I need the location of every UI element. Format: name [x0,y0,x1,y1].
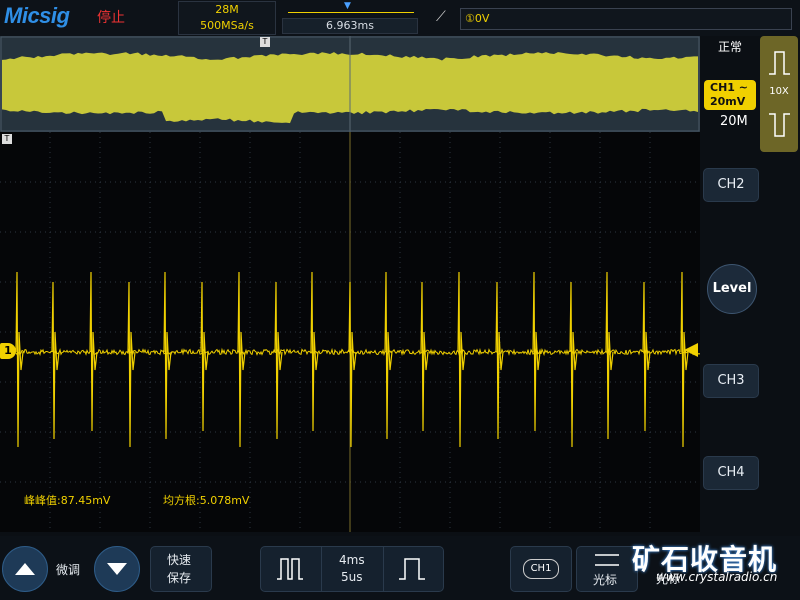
measurement-rms: 均方根:5.078mV [163,492,249,508]
quick-save-line1: 快速 [167,551,191,568]
timebase-main: 4ms [339,553,365,567]
ch1-spike [385,272,392,439]
ch3-button[interactable]: CH3 [703,364,759,398]
waveform-overview[interactable]: T [0,36,700,132]
timebase-position-value: 6.963ms [282,18,418,34]
trigger-position-marker-icon: ▼ [344,1,351,11]
cursor-button[interactable]: 光标 [576,546,638,592]
ch4-button[interactable]: CH4 [703,456,759,490]
timebase-position-bar [288,12,414,13]
ch1-spike [90,272,97,431]
acquisition-mode[interactable]: 正常 [718,38,742,55]
ch1-settings[interactable]: CH1 ~ 20mV [704,80,756,110]
memory-depth: 28M [179,3,275,16]
run-stop-status[interactable]: 停止 [97,7,125,27]
overview-trigger-marker-icon: T [260,37,270,47]
timebase-decrease-icon [271,547,311,591]
fine-adjust-label: 微调 [56,561,80,578]
cursor-label: 光标 [593,571,617,588]
ch1-spike [421,282,428,431]
horizontal-position[interactable]: ▼ 6.963ms [282,1,416,33]
ch1-volts-per-div: 20mV [710,95,745,108]
ch2-button[interactable]: CH2 [703,168,759,202]
watermark-url: www.crystalradio.cn [656,570,777,584]
ch1-spike [570,282,577,447]
level-label: Level [713,281,752,296]
trigger-level-arrow-icon[interactable] [684,343,698,357]
trigger-level: ①0V [465,12,489,25]
timebase-control[interactable]: 4ms 5us [260,546,444,592]
ch1-spike [275,282,282,439]
arrow-up-icon [3,547,47,591]
ch1-spike [16,272,23,447]
channel-select-button[interactable]: CH1 [510,546,572,592]
fine-up-button[interactable] [2,546,48,592]
ch1-marker[interactable]: 1 [0,343,16,359]
ch1-coupling: ~ [739,81,748,94]
brand-logo: Micsig [4,3,69,29]
pulse-negative-icon [760,106,798,146]
time-marker-icon: T [2,134,12,144]
arrow-down-icon [95,547,139,591]
main-waveform-area[interactable]: T 1 峰峰值:87.45mV 均方根:5.078mV [0,132,700,532]
ch1-record-length: 20M [720,114,748,129]
acquisition-info[interactable]: 28M 500MSa/s [178,1,276,35]
top-status-bar: Micsig 停止 28M 500MSa/s ▼ 6.963ms ⟋ ①0V [0,0,800,36]
right-control-panel: 正常 CH1 ~ 20mV 20M 10X CH2 Level CH3 CH4 [700,36,800,536]
waveform-grid [0,132,700,532]
ch1-spike [458,272,465,447]
pulse-positive-icon [760,42,798,82]
measurement-vpp: 峰峰值:87.45mV [24,492,110,508]
timebase-zoom: 5us [341,570,363,584]
ch1-spike [533,272,540,431]
ch1-name: CH1 [710,81,735,94]
quick-save-line2: 保存 [167,569,191,586]
cursor-icon [577,549,637,571]
channel-chip: CH1 [523,559,559,579]
quick-save-button[interactable]: 快速 保存 [150,546,212,592]
rising-edge-icon[interactable]: ⟋ [436,9,446,25]
ch1-spike [681,272,688,447]
probe-settings[interactable]: 10X [760,36,798,152]
ch1-spike [238,272,245,447]
ch1-spike [311,272,318,431]
probe-ratio: 10X [760,86,798,97]
ch1-spike [52,282,59,439]
timebase-increase-icon [393,547,433,591]
ch1-spike [643,282,650,431]
trigger-level-box[interactable]: ①0V [460,8,792,30]
fine-down-button[interactable] [94,546,140,592]
sample-rate: 500MSa/s [179,19,275,32]
overview-waveform [0,36,700,132]
ch1-spike [164,272,171,439]
ch1-spike [201,282,208,431]
ch1-spike [128,282,135,447]
ch1-spike [606,272,613,439]
level-knob[interactable]: Level [707,264,757,314]
ch1-spike [496,282,503,439]
